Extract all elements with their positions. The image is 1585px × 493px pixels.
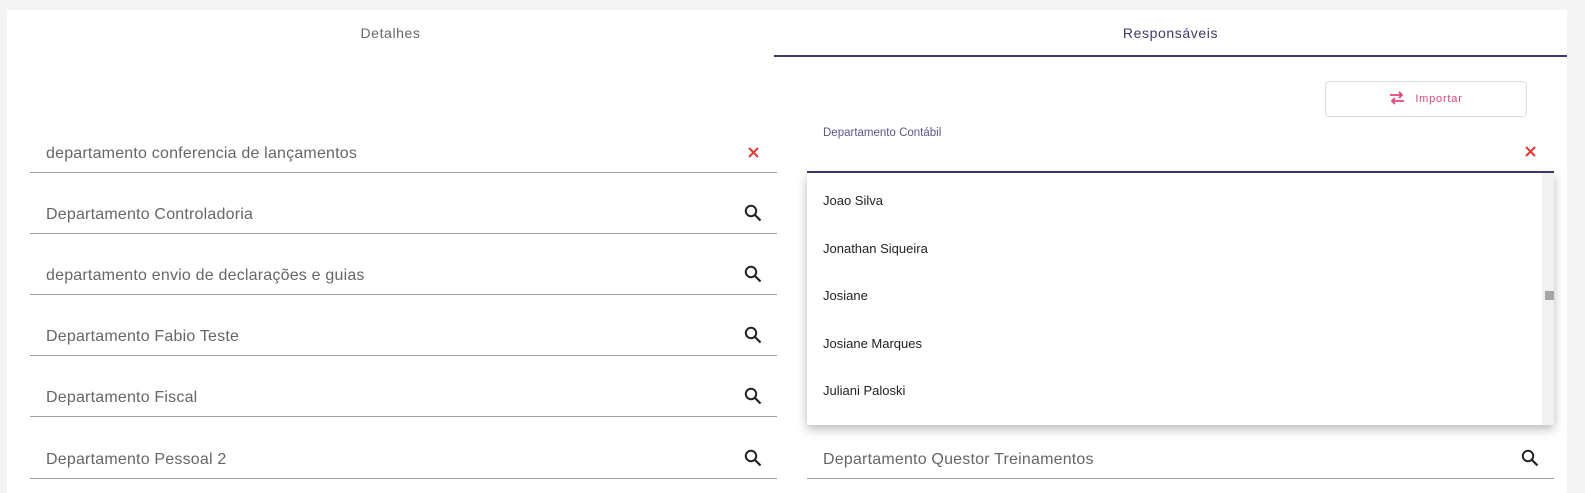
import-button[interactable]: Importar	[1325, 81, 1527, 117]
import-button-label: Importar	[1415, 93, 1463, 105]
clear-icon[interactable]	[1520, 141, 1540, 161]
clear-icon[interactable]	[743, 142, 763, 162]
search-icon[interactable]	[743, 264, 763, 284]
field-value: departamento conferencia de lançamentos	[46, 145, 358, 162]
tab-responsaveis[interactable]: Responsáveis	[774, 10, 1567, 57]
swap-arrows-icon	[1389, 90, 1405, 108]
field-value: Departamento Questor Treinamentos	[823, 451, 1094, 468]
tab-detalhes[interactable]: Detalhes	[7, 10, 774, 56]
dropdown-option[interactable]: Jonathan Siqueira	[807, 225, 1554, 273]
departamento-contabil-field[interactable]: Departamento Contábil	[807, 121, 1554, 173]
dropdown-scrollbar[interactable]	[1542, 173, 1554, 425]
field-value: departamento envio de declarações e guia…	[46, 267, 365, 284]
dropdown-option[interactable]: Juliani Paloski	[807, 367, 1554, 415]
department-field-questor[interactable]: Departamento Questor Treinamentos	[807, 428, 1554, 479]
search-icon[interactable]	[1520, 448, 1540, 468]
autocomplete-dropdown[interactable]: Joao Silva Jonathan Siqueira Josiane Jos…	[807, 173, 1554, 425]
form-card: Detalhes Responsáveis Importar departame…	[7, 10, 1567, 493]
dropdown-option[interactable]: Josiane Marques	[807, 320, 1554, 368]
department-field-2[interactable]: Departamento Controladoria	[30, 183, 777, 234]
scrollbar-thumb[interactable]	[1545, 291, 1554, 300]
field-label: Departamento Contábil	[823, 127, 942, 139]
department-field-4[interactable]: Departamento Fabio Teste	[30, 305, 777, 356]
field-value: Departamento Pessoal 2	[46, 451, 227, 468]
dropdown-option[interactable]: Joao Silva	[807, 177, 1554, 225]
search-icon[interactable]	[743, 448, 763, 468]
department-field-3[interactable]: departamento envio de declarações e guia…	[30, 244, 777, 295]
dropdown-option[interactable]: Josiane	[807, 272, 1554, 320]
search-icon[interactable]	[743, 203, 763, 223]
field-value: Departamento Fabio Teste	[46, 328, 240, 345]
department-field-6[interactable]: Departamento Pessoal 2	[30, 428, 777, 479]
field-value: Departamento Fiscal	[46, 389, 198, 406]
search-icon[interactable]	[743, 386, 763, 406]
search-icon[interactable]	[743, 325, 763, 345]
field-value: Departamento Controladoria	[46, 206, 254, 223]
department-field-1[interactable]: departamento conferencia de lançamentos	[30, 122, 777, 173]
department-field-5[interactable]: Departamento Fiscal	[30, 366, 777, 417]
